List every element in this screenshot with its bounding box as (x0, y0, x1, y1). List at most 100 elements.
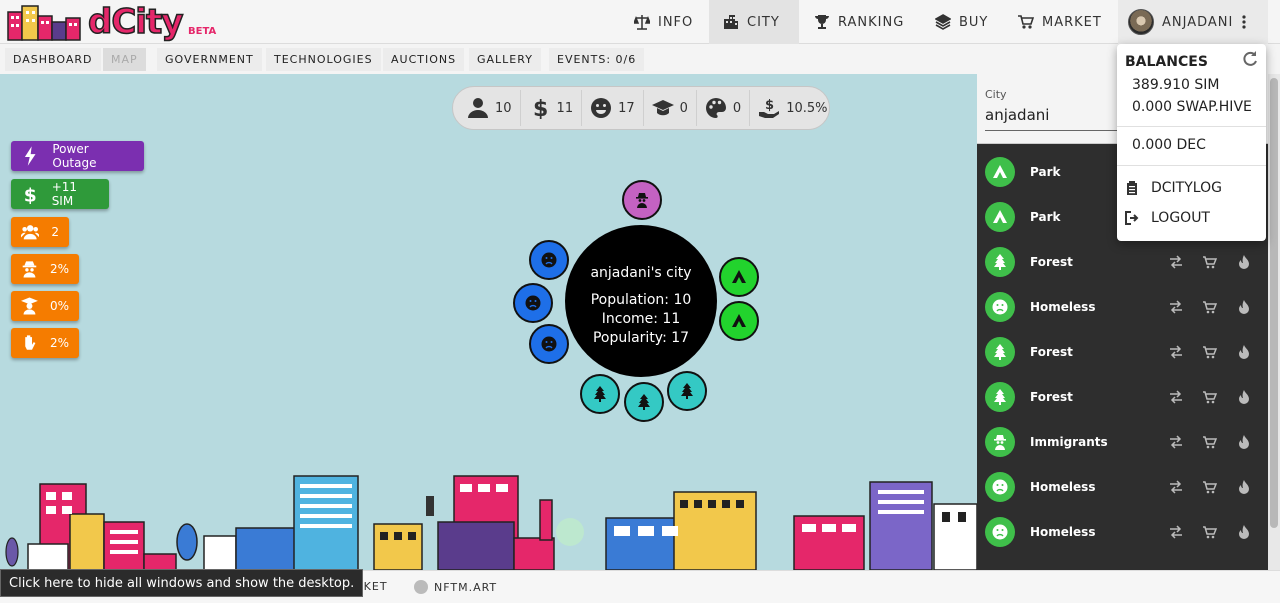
building-list-item[interactable]: Homeless (977, 509, 1268, 554)
cart-icon[interactable] (1203, 255, 1217, 269)
user-menu[interactable]: ANJADANI (1118, 0, 1268, 44)
fire-icon[interactable] (1237, 434, 1251, 449)
transfer-icon[interactable] (1169, 524, 1183, 539)
city-bubble-homeless-1[interactable] (529, 240, 569, 280)
transfer-icon[interactable] (1169, 479, 1183, 494)
nav-info[interactable]: INFO (620, 0, 707, 44)
city-popularity: Popularity: 17 (592, 330, 690, 346)
tab-dashboard[interactable]: DASHBOARD (5, 48, 101, 71)
sim-income-effect[interactable]: $ +11 SIM (11, 179, 109, 209)
transfer-icon[interactable] (1169, 299, 1183, 314)
crime-effect-value: 2% (49, 262, 69, 276)
building-list-item[interactable]: Immigrants (977, 419, 1268, 464)
building-list-item[interactable]: Homeless (977, 464, 1268, 509)
footer-nftm-link[interactable]: NFTM.ART (414, 580, 497, 594)
city-bubble-immigrants[interactable] (622, 180, 662, 220)
city-bubble-forest-1[interactable] (580, 374, 620, 414)
logout-label: LOGOUT (1151, 210, 1210, 226)
cart-icon[interactable] (1203, 345, 1217, 359)
city-bubble-park-1[interactable] (719, 257, 759, 297)
stat-education[interactable]: 0 (644, 90, 697, 126)
cart-icon[interactable] (1203, 435, 1217, 449)
city-field-label: City (985, 88, 1007, 101)
nav-buy[interactable]: BUY (921, 0, 1002, 44)
tree-icon (985, 336, 1015, 367)
sim-income-label: +11 SIM (51, 180, 78, 208)
tree-icon (638, 394, 650, 410)
city-bubble-forest-3[interactable] (667, 371, 707, 411)
nav-market[interactable]: MARKET (1004, 0, 1116, 44)
stop-hand-effect[interactable]: 2% (11, 328, 79, 358)
transfer-icon[interactable] (1169, 389, 1183, 404)
city-bubble-homeless-2[interactable] (513, 283, 553, 323)
palette-icon (705, 98, 726, 118)
balance-dec: 0.000 DEC (1132, 137, 1206, 153)
people-effect[interactable]: 2 (11, 217, 69, 247)
tab-gallery[interactable]: GALLERY (469, 48, 541, 71)
transfer-icon[interactable] (1169, 344, 1183, 359)
fire-icon[interactable] (1237, 344, 1251, 359)
stat-income[interactable]: $ 11 (521, 90, 583, 126)
education-effect[interactable]: 0% (11, 291, 79, 321)
transfer-icon[interactable] (1169, 434, 1183, 449)
building-actions (1169, 389, 1251, 404)
refresh-icon[interactable] (1241, 50, 1259, 68)
stat-education-value: 0 (679, 100, 688, 116)
tent-icon (985, 156, 1015, 187)
city-buildings-logo-icon (7, 5, 81, 41)
stat-popularity[interactable]: 17 (582, 90, 644, 126)
building-name: Homeless (1030, 479, 1096, 494)
building-name: Forest (1030, 254, 1073, 269)
building-list-item[interactable]: Homeless (977, 284, 1268, 329)
cart-icon[interactable] (1203, 300, 1217, 314)
crime-effect[interactable]: 2% (11, 254, 79, 284)
fire-icon[interactable] (1237, 389, 1251, 404)
fire-icon[interactable] (1237, 299, 1251, 314)
trophy-icon (815, 15, 829, 29)
nav-city[interactable]: CITY (709, 0, 799, 44)
building-actions (1169, 524, 1251, 539)
user-name: ANJADANI (1162, 14, 1234, 30)
building-name: Forest (1030, 344, 1073, 359)
fire-icon[interactable] (1237, 254, 1251, 269)
tree-icon (985, 381, 1015, 412)
tab-map[interactable]: MAP (103, 48, 146, 71)
stat-tax[interactable]: $ 10.5% (750, 90, 835, 126)
fire-icon[interactable] (1237, 479, 1251, 494)
fire-icon[interactable] (1237, 524, 1251, 539)
nftm-logo-icon (414, 580, 428, 594)
dcitylog-link[interactable]: DCITYLOG (1125, 180, 1222, 196)
building-list-item[interactable]: Forest (977, 239, 1268, 284)
city-bubble-homeless-3[interactable] (529, 324, 569, 364)
dcity-logo[interactable]: dCity BETA (6, 1, 217, 43)
transfer-icon[interactable] (1169, 254, 1183, 269)
cart-icon[interactable] (1203, 390, 1217, 404)
building-actions (1169, 344, 1251, 359)
city-summary-circle[interactable]: anjadani's city Population: 10 Income: 1… (565, 225, 717, 377)
building-actions (1169, 299, 1251, 314)
tab-technologies[interactable]: TECHNOLOGIES (266, 48, 381, 71)
stat-culture[interactable]: 0 (697, 90, 751, 126)
stat-population[interactable]: 10 (459, 90, 521, 126)
top-navigation-bar: dCity BETA INFO CITY RANKING BUY MARKET … (0, 0, 1280, 44)
logout-link[interactable]: LOGOUT (1125, 210, 1210, 226)
cart-icon[interactable] (1203, 525, 1217, 539)
scrollbar-thumb[interactable] (1270, 78, 1278, 528)
city-stats-bar: 10 $ 11 17 0 0 $ 10.5% (452, 86, 830, 130)
nav-ranking[interactable]: RANKING (800, 0, 918, 44)
tab-events[interactable]: EVENTS: 0/6 (549, 48, 645, 71)
tab-government[interactable]: GOVERNMENT (157, 48, 262, 71)
tab-auctions[interactable]: AUCTIONS (383, 48, 465, 71)
panel-scrollbar[interactable] (1268, 74, 1280, 570)
power-outage-effect[interactable]: Power Outage (11, 141, 144, 171)
sad-face-icon (985, 291, 1015, 322)
building-list-item[interactable]: Forest (977, 329, 1268, 374)
city-bubble-park-2[interactable] (719, 301, 759, 341)
city-bubble-forest-2[interactable] (624, 382, 664, 422)
avatar (1128, 9, 1154, 35)
city-field-value[interactable]: anjadani (985, 106, 1049, 124)
logo-beta-badge: BETA (188, 26, 217, 37)
building-list-item[interactable]: Forest (977, 374, 1268, 419)
sad-face-icon (525, 295, 541, 311)
cart-icon[interactable] (1203, 480, 1217, 494)
